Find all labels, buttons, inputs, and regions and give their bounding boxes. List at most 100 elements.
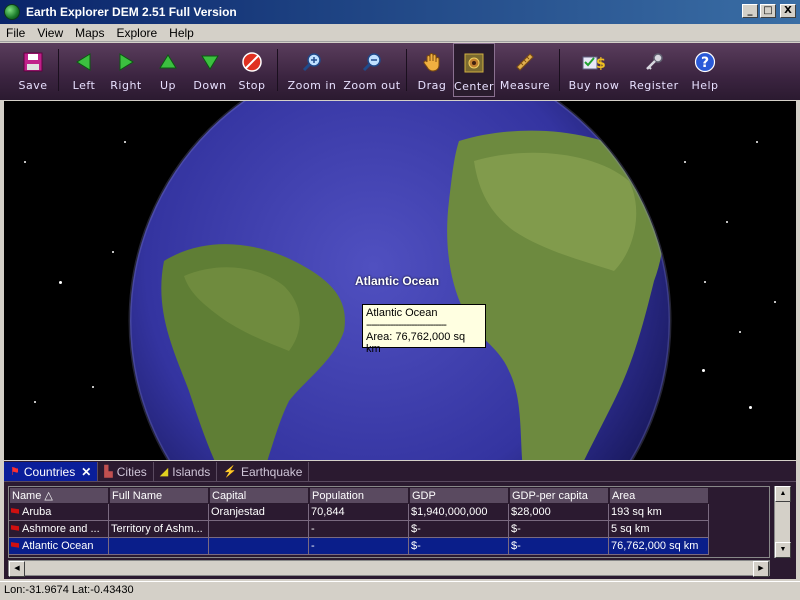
close-button[interactable]: X	[780, 4, 796, 18]
up-button[interactable]: Up	[147, 43, 189, 97]
table-row-selected[interactable]: Atlantic Ocean - $- $- 76,762,000 sq km	[9, 538, 769, 555]
zoom-out-button[interactable]: Zoom out	[342, 43, 402, 97]
tab-countries-label: Countries	[23, 464, 76, 479]
maximize-button[interactable]: □	[760, 4, 776, 18]
menu-view[interactable]: View	[31, 26, 69, 40]
flag-icon	[11, 525, 19, 531]
stop-button[interactable]: Stop	[231, 43, 273, 97]
zoom-out-label: Zoom out	[343, 79, 401, 92]
arrow-left-icon	[71, 49, 97, 75]
column-header-full-name[interactable]: Full Name	[109, 487, 209, 504]
tooltip-divider: ------------------------------	[366, 319, 447, 331]
menu-help[interactable]: Help	[163, 26, 200, 40]
cell-name-text: Aruba	[22, 506, 52, 518]
coordinates-readout: Lon:-31.9674 Lat:-0.43430	[4, 584, 134, 596]
menu-file[interactable]: File	[0, 26, 31, 40]
toolbar-separator	[406, 49, 407, 91]
cell-name-text: Ashmore and ...	[22, 523, 100, 535]
left-label: Left	[72, 79, 96, 92]
zoom-out-icon	[359, 49, 385, 75]
scroll-up-icon[interactable]: ▲	[775, 486, 791, 502]
down-label: Down	[193, 79, 227, 92]
floppy-disk-icon	[20, 49, 46, 75]
measure-label: Measure	[499, 79, 551, 92]
buy-now-button[interactable]: $ Buy now	[564, 43, 624, 97]
column-header-capital[interactable]: Capital	[209, 487, 309, 504]
down-button[interactable]: Down	[189, 43, 231, 97]
drag-label: Drag	[417, 79, 447, 92]
right-label: Right	[110, 79, 142, 92]
drag-button[interactable]: Drag	[411, 43, 453, 97]
cell-full-name: Territory of Ashm...	[109, 521, 209, 538]
status-bar: Lon:-31.9674 Lat:-0.43430	[0, 581, 800, 600]
table-row[interactable]: Ashmore and ... Territory of Ashm... - $…	[9, 521, 769, 538]
cell-name: Atlantic Ocean	[9, 538, 109, 555]
center-label: Center	[453, 80, 495, 93]
center-button[interactable]: Center	[453, 43, 495, 97]
cell-capital	[209, 538, 309, 555]
cell-gdp-per-capita: $-	[509, 538, 609, 555]
map-feature-label: Atlantic Ocean	[355, 274, 440, 288]
cell-name: Ashmore and ...	[9, 521, 109, 538]
scroll-down-icon[interactable]: ▼	[775, 542, 791, 558]
left-button[interactable]: Left	[63, 43, 105, 97]
help-label: Help	[691, 79, 719, 92]
zoom-in-icon	[299, 49, 325, 75]
close-tab-icon[interactable]: ✕	[81, 465, 91, 479]
island-icon: ◢	[159, 466, 169, 478]
arrow-right-icon	[113, 49, 139, 75]
up-label: Up	[159, 79, 177, 92]
cell-capital	[209, 521, 309, 538]
cell-area: 193 sq km	[609, 504, 709, 521]
column-header-name[interactable]: Name △	[9, 487, 109, 504]
column-header-population[interactable]: Population	[309, 487, 409, 504]
toolbar-separator	[559, 49, 560, 91]
save-button[interactable]: Save	[12, 43, 54, 97]
tooltip-title: Atlantic Ocean	[366, 307, 438, 319]
save-label: Save	[18, 79, 48, 92]
tab-countries[interactable]: ⚑ Countries ✕	[4, 462, 99, 481]
ruler-icon	[512, 49, 538, 75]
zoom-in-label: Zoom in	[287, 79, 337, 92]
menu-explore[interactable]: Explore	[110, 26, 163, 40]
measure-button[interactable]: Measure	[495, 43, 555, 97]
column-header-gdp-per-capita[interactable]: GDP-per capita	[509, 487, 609, 504]
tab-cities[interactable]: ▙ Cities	[98, 462, 154, 481]
column-header-area[interactable]: Area	[609, 487, 709, 504]
city-icon: ▙	[104, 466, 113, 478]
register-button[interactable]: Register	[624, 43, 684, 97]
globe-app-icon	[4, 4, 20, 20]
scroll-right-icon[interactable]: ▶	[753, 561, 769, 577]
window-title: Earth Explorer DEM 2.51 Full Version	[26, 5, 237, 19]
minimize-button[interactable]: _	[742, 4, 758, 18]
register-label: Register	[629, 79, 679, 92]
earthquake-icon: ⚡	[223, 466, 237, 478]
column-header-gdp[interactable]: GDP	[409, 487, 509, 504]
toolbar-separator	[58, 49, 59, 91]
vertical-scrollbar[interactable]: ▲ ▼	[774, 486, 791, 558]
zoom-in-button[interactable]: Zoom in	[282, 43, 342, 97]
toolbar: Save Left Right Up Down Stop Zoom in Zoo…	[0, 43, 800, 100]
stop-icon	[239, 49, 265, 75]
tooltip-area: Area: 76,762,000 sq km	[366, 331, 466, 355]
stop-label: Stop	[238, 79, 266, 92]
cell-gdp-per-capita: $-	[509, 521, 609, 538]
tab-islands[interactable]: ◢ Islands	[154, 462, 218, 481]
right-button[interactable]: Right	[105, 43, 147, 97]
hand-icon	[419, 49, 445, 75]
svg-text:?: ?	[701, 55, 709, 71]
tab-earthquake[interactable]: ⚡ Earthquake	[217, 462, 310, 481]
table-row[interactable]: Aruba Oranjestad 70,844 $1,940,000,000 $…	[9, 504, 769, 521]
tab-earthquake-label: Earthquake	[240, 464, 303, 479]
scroll-left-icon[interactable]: ◀	[9, 561, 25, 577]
globe-map-view[interactable]: Atlantic Ocean Atlantic Ocean ----------…	[4, 101, 796, 460]
menu-maps[interactable]: Maps	[69, 26, 110, 40]
map-tooltip: Atlantic Ocean -------------------------…	[362, 304, 486, 355]
help-button[interactable]: ? Help	[684, 43, 726, 97]
cell-area: 5 sq km	[609, 521, 709, 538]
cell-area: 76,762,000 sq km	[609, 538, 709, 555]
horizontal-scrollbar[interactable]: ◀ ▶	[8, 560, 770, 577]
arrow-down-icon	[197, 49, 223, 75]
tab-cities-label: Cities	[116, 464, 147, 479]
cell-gdp: $-	[409, 521, 509, 538]
